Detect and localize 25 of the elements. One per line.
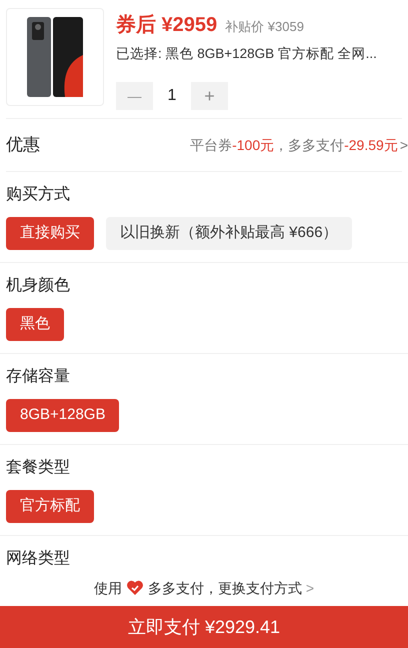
quantity-value: 1	[166, 86, 178, 106]
option-button[interactable]: 以旧换新（额外补贴最高 ¥666）	[106, 217, 352, 250]
section-title: 套餐类型	[6, 458, 71, 478]
subsidy-price: 补贴价 ¥3059	[225, 18, 304, 36]
option-button[interactable]: 直接购买	[6, 217, 94, 250]
chevron-icon: >	[400, 134, 408, 156]
heart-check-icon	[126, 580, 144, 596]
discount-detail: 平台券-100元，多多支付-29.59元	[190, 136, 398, 154]
discount-label: 优惠	[6, 134, 40, 156]
option-button[interactable]: 官方标配	[6, 490, 94, 523]
option-button[interactable]: 8GB+128GB	[6, 399, 120, 432]
payment-prefix: 使用	[94, 578, 122, 598]
section-title: 网络类型	[6, 548, 71, 569]
section-title: 机身颜色	[6, 276, 71, 296]
option-button[interactable]: 黑色	[6, 308, 64, 341]
chevron-icon: >	[306, 578, 314, 598]
section-title: 购买方式	[6, 184, 71, 205]
selected-spec-text: 已选择: 黑色 8GB+128GB 官方标配 全网...	[116, 45, 377, 63]
change-payment-link[interactable]: 多多支付，更换支付方式	[148, 578, 302, 598]
phone-icon	[25, 15, 85, 99]
pay-now-button[interactable]: 立即支付 ¥2929.41	[0, 606, 408, 648]
increase-button[interactable]: +	[191, 82, 228, 110]
section-title: 存储容量	[6, 366, 71, 387]
coupon-price: 券后 ¥2959	[116, 13, 218, 38]
discount-summary[interactable]: 平台券-100元，多多支付-29.59元>	[190, 134, 408, 156]
